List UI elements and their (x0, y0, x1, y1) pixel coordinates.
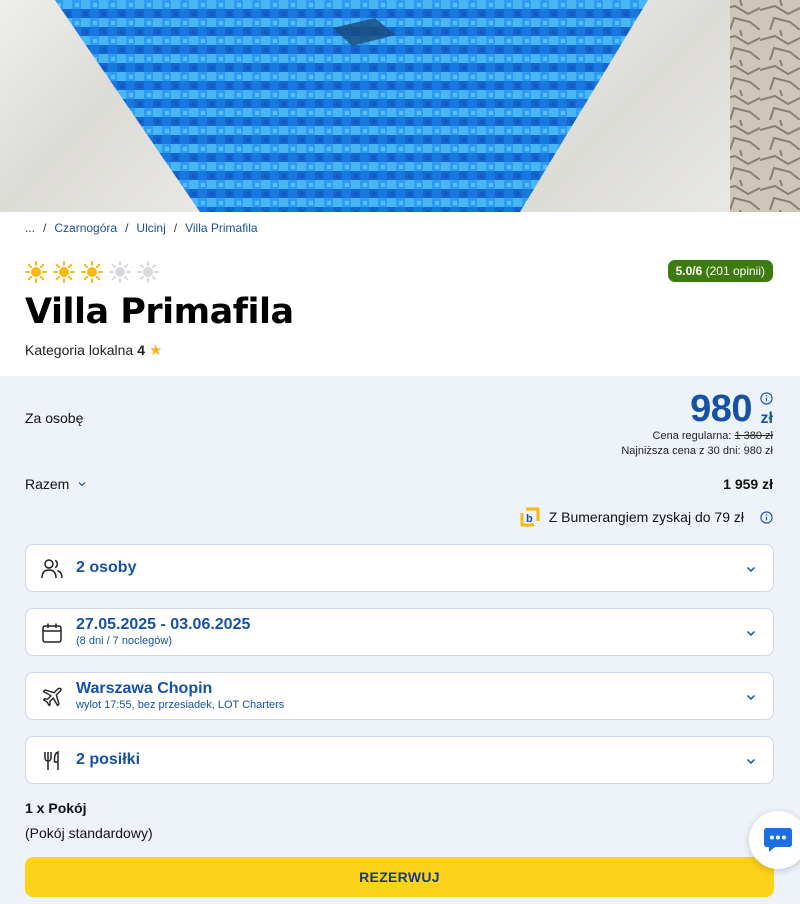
dates-duration: (8 dni / 7 noclegów) (76, 635, 172, 647)
breadcrumb-separator: / (43, 221, 47, 235)
plane-icon (42, 687, 62, 707)
chat-button[interactable] (749, 811, 800, 869)
local-category: Kategoria lokalna 4 ★ (25, 341, 162, 359)
bumerang-promo: b Z Bumerangiem zyskaj do 79 zł (519, 506, 773, 528)
breadcrumb-separator: / (173, 221, 178, 235)
bumerang-text: Z Bumerangiem zyskaj do 79 zł (548, 509, 744, 525)
total-price: 1 959 zł (723, 476, 773, 492)
breadcrumb-ellipsis[interactable]: ... (25, 221, 35, 235)
chevron-down-icon (746, 566, 756, 573)
star-icon: ★ (148, 342, 163, 359)
persons-value: 2 osoby (76, 559, 137, 576)
review-count: (201 opinii) (705, 264, 765, 278)
breadcrumb: ... / Czarnogóra / Ulcinj / Villa Primaf… (25, 221, 258, 235)
persons-selector[interactable]: 2 osoby (25, 544, 774, 592)
info-icon[interactable] (760, 510, 773, 524)
chat-icon (764, 828, 792, 852)
chevron-down-icon (746, 630, 756, 637)
review-score: 5.0/6 (675, 264, 703, 278)
review-score-badge[interactable]: 5.0/6 (201 opinii) (667, 260, 773, 282)
breadcrumb-item-city[interactable]: Ulcinj (136, 221, 165, 235)
meals-value: 2 posiłki (76, 751, 141, 768)
cutlery-icon (44, 750, 59, 770)
sun-icon (53, 261, 75, 283)
sun-icon (137, 261, 159, 283)
flight-details: wylot 17:55, bez przesiadek, LOT Charter… (76, 699, 285, 711)
room-type: (Pokój standardowy) (25, 825, 153, 841)
reserve-button[interactable]: REZERWUJ (25, 857, 774, 897)
dates-value: 27.05.2025 - 03.06.2025 (76, 616, 251, 633)
hero-image (0, 0, 800, 212)
breadcrumb-item-hotel[interactable]: Villa Primafila (185, 221, 257, 235)
total-label: Razem (25, 476, 70, 492)
chevron-down-icon (78, 482, 86, 487)
sun-icon (109, 261, 131, 283)
lowest-price-30-days: Najniższa cena z 30 dni: 980 zł (621, 445, 773, 457)
svg-text:b: b (526, 513, 533, 525)
calendar-icon (42, 623, 62, 643)
people-icon (41, 559, 63, 579)
bumerang-logo-icon: b (520, 507, 540, 527)
regular-price-label: Cena regularna: (652, 430, 732, 442)
sun-icon (25, 261, 47, 283)
sun-rating (25, 261, 159, 283)
regular-price: Cena regularna: 1 380 zł (653, 430, 773, 442)
breadcrumb-item-country[interactable]: Czarnogóra (54, 221, 117, 235)
regular-price-value: 1 380 zł (734, 430, 773, 442)
flight-selector[interactable]: Warszawa Chopin wylot 17:55, bez przesia… (25, 672, 774, 720)
category-value: 4 (137, 342, 145, 358)
per-person-label: Za osobę (25, 410, 84, 426)
departure-airport: Warszawa Chopin (76, 680, 213, 697)
dates-selector[interactable]: 27.05.2025 - 03.06.2025 (8 dni / 7 nocle… (25, 608, 774, 656)
hotel-name: Villa Primafila (25, 292, 294, 332)
chevron-down-icon (746, 758, 756, 765)
info-icon[interactable] (760, 392, 773, 405)
price-per-person: 980 (690, 388, 752, 430)
meals-selector[interactable]: 2 posiłki (25, 736, 774, 784)
category-label: Kategoria lokalna (25, 342, 134, 358)
chevron-down-icon (746, 694, 756, 701)
price-currency: zł (760, 410, 773, 427)
room-count: 1 x Pokój (25, 800, 87, 816)
sun-icon (81, 261, 103, 283)
total-toggle[interactable]: Razem (25, 476, 87, 492)
breadcrumb-separator: / (125, 221, 129, 235)
